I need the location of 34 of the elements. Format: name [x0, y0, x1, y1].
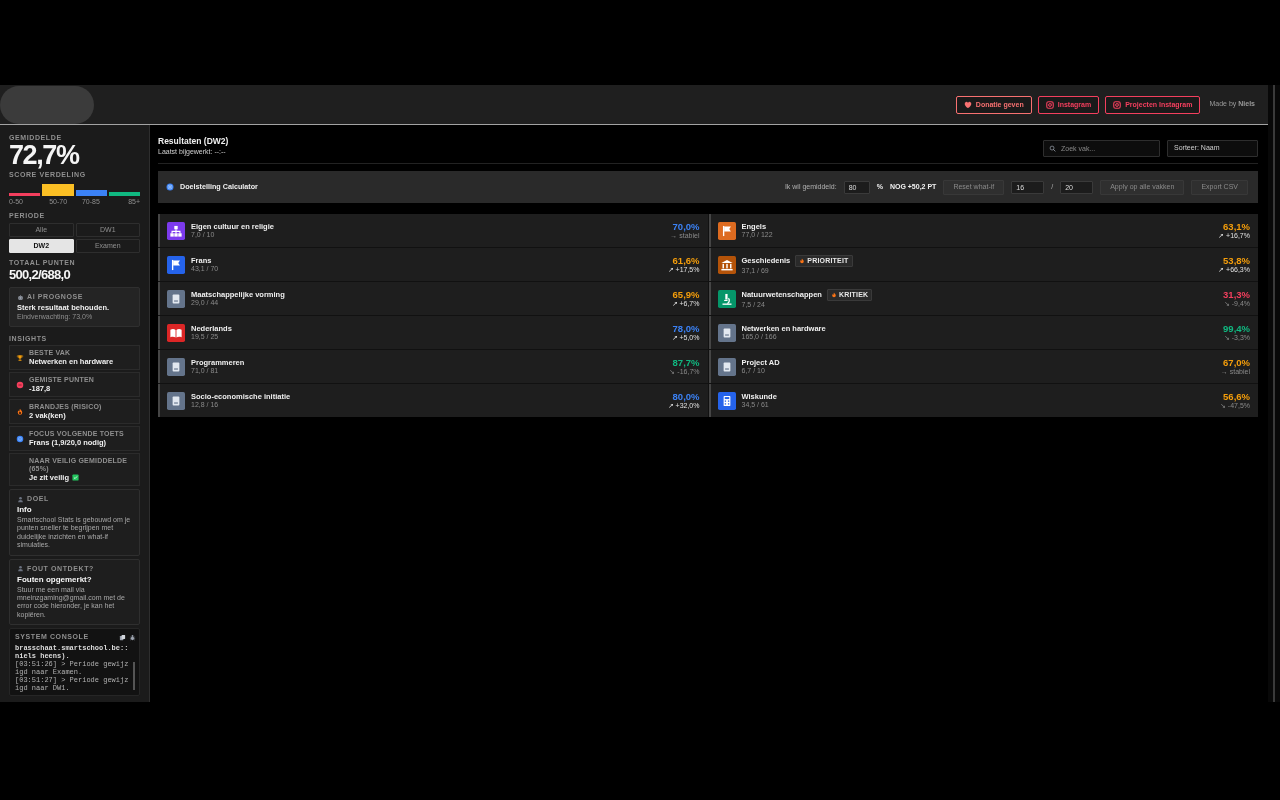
heart-icon: [963, 100, 972, 109]
bug-icon: [129, 633, 136, 641]
trophy-icon: [16, 353, 24, 362]
robot-icon: [17, 293, 24, 301]
score-percent: 70,0%: [672, 221, 700, 232]
copy-icon: [119, 633, 126, 641]
target-icon: [166, 183, 174, 191]
score-percent: 61,6%: [672, 255, 700, 266]
search-icon: [1049, 145, 1056, 152]
flame-icon: [799, 257, 806, 264]
person-icon: [17, 565, 24, 573]
score-percent: 99,4%: [1223, 323, 1250, 334]
card-title: Info: [17, 505, 33, 515]
page-title: Resultaten (DW2): [158, 136, 229, 147]
camera-icon: [1045, 100, 1054, 109]
total-points: 500,2/688,0: [9, 268, 72, 282]
person-icon: [17, 495, 24, 503]
target-icon: [16, 434, 24, 443]
score-percent: 65,9%: [672, 289, 700, 300]
scrollbar-thumb[interactable]: [133, 662, 135, 691]
flame-icon: [16, 407, 24, 416]
score-percent: 87,7%: [672, 357, 700, 368]
flame-icon: [830, 291, 837, 298]
score-percent: 31,3%: [1223, 289, 1250, 300]
score-percent: 56,6%: [1223, 391, 1250, 402]
minus-circle-icon: [16, 380, 24, 389]
card-title: Fouten opgemerkt?: [17, 574, 93, 585]
score-percent: 67,0%: [1223, 357, 1250, 368]
score-percent: 53,8%: [1223, 255, 1250, 266]
scrollbar-thumb[interactable]: [1273, 85, 1275, 702]
score-percent: 63,1%: [1223, 221, 1250, 232]
score-percent: 78,0%: [672, 323, 700, 334]
score-percent: 80,0%: [672, 391, 700, 402]
camera-icon: [1113, 100, 1122, 109]
